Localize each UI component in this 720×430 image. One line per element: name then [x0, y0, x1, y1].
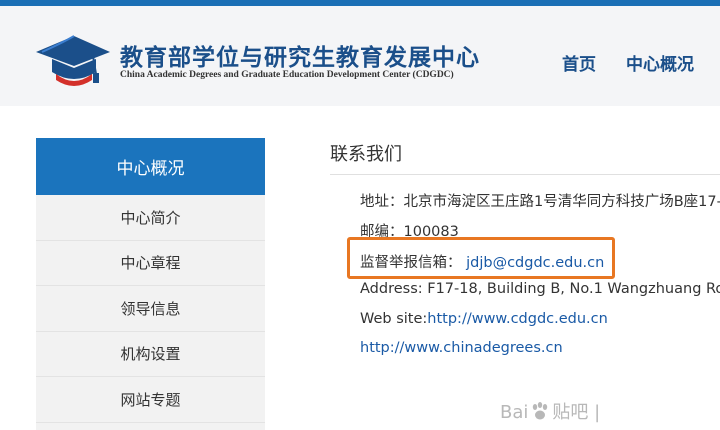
- sidebar-item-charter[interactable]: 中心章程: [36, 240, 265, 286]
- page-title: 联系我们: [330, 144, 402, 165]
- site-header: 教育部学位与研究生教育发展中心 China Academic Degrees a…: [0, 6, 720, 106]
- title-divider: [330, 174, 720, 175]
- watermark-left: Bai: [500, 402, 529, 423]
- sidebar-item-organization[interactable]: 机构设置: [36, 331, 265, 377]
- sidebar-item-leadership[interactable]: 领导信息: [36, 286, 265, 332]
- sidebar-title: 中心概况: [36, 138, 265, 195]
- sidebar-item-topics[interactable]: 网站专题: [36, 377, 265, 423]
- content-area: 联系我们 地址：北京市海淀区王庄路1号清华同方科技广场B座17-18层 邮编：1…: [330, 140, 720, 430]
- sidebar: 中心概况 中心简介 中心章程 领导信息 机构设置 网站专题: [36, 138, 265, 430]
- website-label: Web site:: [360, 311, 428, 327]
- address-cn: 地址：北京市海淀区王庄路1号清华同方科技广场B座17-18层: [360, 194, 720, 210]
- address-en: Address: F17-18, Building B, No.1 Wangzh…: [360, 281, 720, 297]
- site-title-en: China Academic Degrees and Graduate Educ…: [120, 70, 454, 80]
- website-line: Web site:http://www.cdgdc.edu.cn: [360, 311, 608, 327]
- watermark: Bai 贴吧 |: [500, 398, 600, 424]
- paw-icon: [533, 402, 548, 420]
- sidebar-footer: [36, 422, 265, 430]
- website-link[interactable]: http://www.cdgdc.edu.cn: [427, 311, 608, 327]
- website-link-2[interactable]: http://www.chinadegrees.cn: [360, 340, 563, 356]
- site-title-cn: 教育部学位与研究生教育发展中心: [120, 44, 480, 71]
- graduation-cap-icon[interactable]: [34, 28, 112, 90]
- watermark-right: 贴吧 |: [552, 402, 601, 423]
- sidebar-item-intro[interactable]: 中心简介: [36, 195, 265, 241]
- nav-overview[interactable]: 中心概况: [626, 50, 694, 75]
- highlight-box: [347, 237, 615, 279]
- nav-home[interactable]: 首页: [562, 50, 596, 75]
